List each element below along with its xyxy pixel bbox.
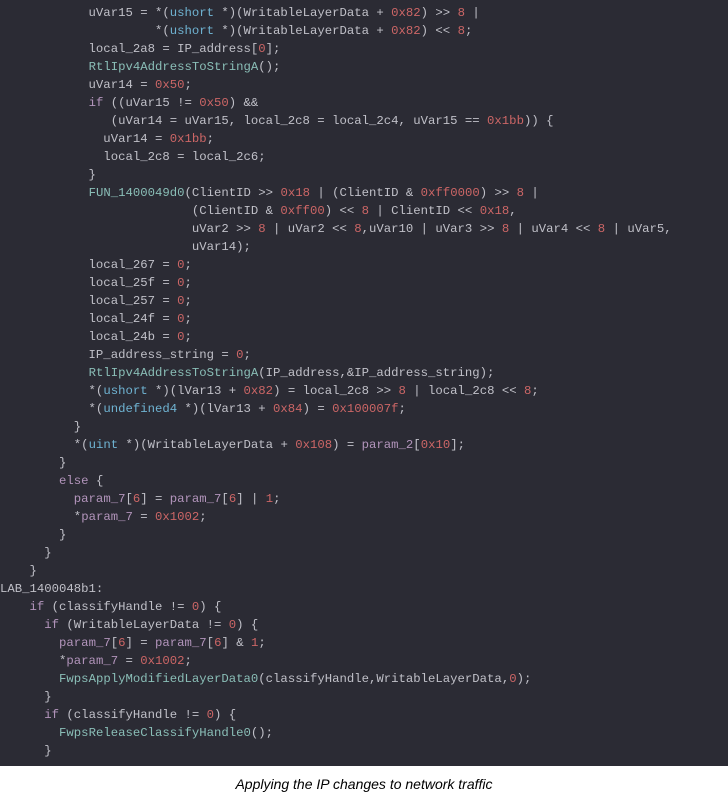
code-line: local_25f = 0; <box>0 276 192 290</box>
code-line: uVar14 = 0x1bb; <box>0 132 214 146</box>
code-line: uVar14 = 0x50; <box>0 78 192 92</box>
code-line: } <box>0 690 52 704</box>
code-line: if (WritableLayerData != 0) { <box>0 618 258 632</box>
code-line: FUN_1400049d0(ClientID >> 0x18 | (Client… <box>0 186 539 200</box>
code-line: uVar2 >> 8 | uVar2 << 8,uVar10 | uVar3 >… <box>0 222 672 236</box>
code-line: *(ushort *)(lVar13 + 0x82) = local_2c8 >… <box>0 384 539 398</box>
code-line: local_24f = 0; <box>0 312 192 326</box>
code-line: uVar15 = *(ushort *)(WritableLayerData +… <box>0 6 480 20</box>
code-line: if (classifyHandle != 0) { <box>0 600 221 614</box>
code-line: LAB_1400048b1: <box>0 582 103 596</box>
code-line: *(uint *)(WritableLayerData + 0x108) = p… <box>0 438 465 452</box>
code-line: if ((uVar15 != 0x50) && <box>0 96 258 110</box>
code-line: *(undefined4 *)(lVar13 + 0x84) = 0x10000… <box>0 402 406 416</box>
code-line: } <box>0 744 52 758</box>
code-line: local_2c8 = local_2c6; <box>0 150 266 164</box>
code-line: uVar14); <box>0 240 251 254</box>
code-line: local_24b = 0; <box>0 330 192 344</box>
code-line: *(ushort *)(WritableLayerData + 0x82) <<… <box>0 24 472 38</box>
code-line: IP_address_string = 0; <box>0 348 251 362</box>
code-line: } <box>0 168 96 182</box>
code-line: *param_7 = 0x1002; <box>0 510 207 524</box>
code-line: if (classifyHandle != 0) { <box>0 708 236 722</box>
code-line: param_7[6] = param_7[6] & 1; <box>0 636 266 650</box>
code-line: local_267 = 0; <box>0 258 192 272</box>
code-line: param_7[6] = param_7[6] | 1; <box>0 492 281 506</box>
code-line: FwpsReleaseClassifyHandle0(); <box>0 726 273 740</box>
code-line: local_257 = 0; <box>0 294 192 308</box>
code-line: RtlIpv4AddressToStringA(IP_address,&IP_a… <box>0 366 494 380</box>
code-line: (uVar14 = uVar15, local_2c8 = local_2c4,… <box>0 114 553 128</box>
code-block: uVar15 = *(ushort *)(WritableLayerData +… <box>0 0 728 766</box>
code-line: } <box>0 456 66 470</box>
figure-caption: Applying the IP changes to network traff… <box>0 766 728 812</box>
code-line: local_2a8 = IP_address[0]; <box>0 42 280 56</box>
code-line: (ClientID & 0xff00) << 8 | ClientID << 0… <box>0 204 517 218</box>
code-line: } <box>0 528 66 542</box>
code-line: *param_7 = 0x1002; <box>0 654 192 668</box>
code-line: } <box>0 564 37 578</box>
code-line: FwpsApplyModifiedLayerData0(classifyHand… <box>0 672 531 686</box>
code-line: } <box>0 546 52 560</box>
code-line: } <box>0 420 81 434</box>
code-line: RtlIpv4AddressToStringA(); <box>0 60 280 74</box>
code-line: else { <box>0 474 103 488</box>
